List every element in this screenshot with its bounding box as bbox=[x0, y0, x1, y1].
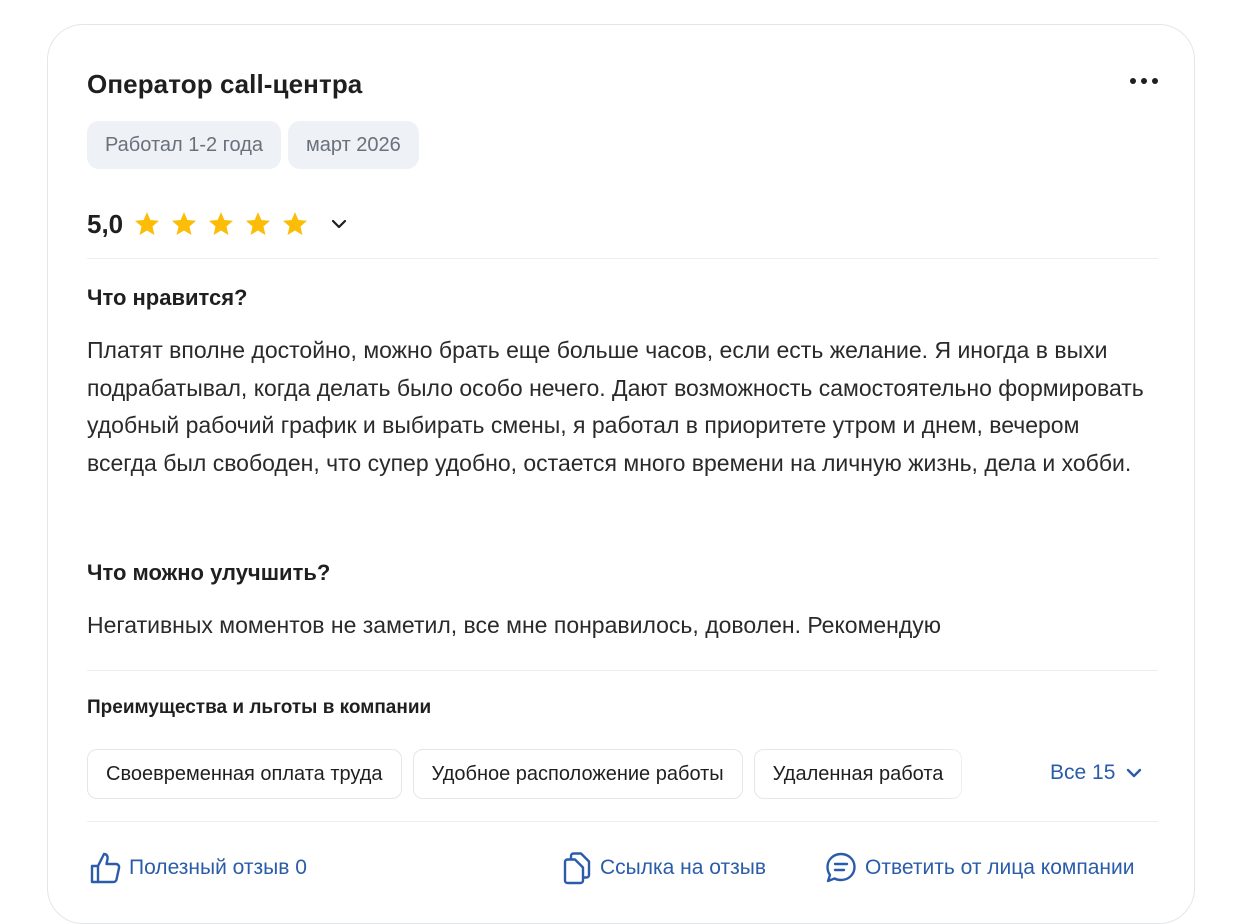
review-meta-chips: Работал 1-2 года март 2026 bbox=[87, 121, 419, 169]
star-icon bbox=[172, 212, 197, 235]
chevron-down-icon bbox=[1127, 768, 1142, 778]
reply-label: Ответить от лица компании bbox=[865, 856, 1135, 879]
star-icon bbox=[209, 212, 234, 235]
more-dots-icon-dot bbox=[1141, 78, 1147, 84]
likes-text: Платят вполне достойно, можно брать еще … bbox=[87, 337, 1144, 476]
benefit-chip: Своевременная оплата труда bbox=[87, 749, 402, 799]
more-dots-icon bbox=[1130, 78, 1136, 84]
divider bbox=[87, 821, 1158, 822]
more-options-button[interactable] bbox=[1118, 65, 1158, 97]
reply-as-company-button[interactable]: Ответить от лица компании bbox=[825, 851, 1134, 885]
improve-title: Что можно улучшить? bbox=[87, 560, 331, 585]
thumbs-up-icon bbox=[90, 852, 121, 884]
chat-bubble-icon bbox=[826, 852, 856, 883]
star-icon bbox=[283, 212, 308, 235]
rating-stars bbox=[133, 210, 318, 238]
divider bbox=[87, 670, 1158, 671]
date-chip: март 2026 bbox=[288, 121, 419, 169]
review-card: Оператор call-центра Работал 1-2 года ма… bbox=[47, 24, 1195, 924]
benefits-title: Преимущества и льготы в компании bbox=[87, 697, 432, 718]
helpful-label: Полезный отзыв 0 bbox=[129, 856, 307, 879]
rating-expand-button[interactable] bbox=[326, 211, 352, 237]
tenure-chip: Работал 1-2 года bbox=[87, 121, 282, 169]
divider bbox=[87, 258, 1158, 259]
review-title: Оператор call-центра bbox=[87, 69, 363, 99]
rating-value: 5,0 bbox=[87, 208, 124, 239]
likes-title: Что нравится? bbox=[87, 285, 248, 310]
helpful-button[interactable]: Полезный отзыв 0 bbox=[89, 851, 307, 885]
benefits-list: Своевременная оплата труда Удобное распол… bbox=[87, 749, 992, 801]
more-dots-icon-dot bbox=[1152, 78, 1158, 84]
chevron-down-icon bbox=[332, 219, 347, 229]
benefit-chip: Удобное расположение работы bbox=[412, 749, 743, 799]
copy-link-button[interactable]: Ссылка на отзыв bbox=[562, 851, 766, 885]
star-icon bbox=[135, 212, 160, 235]
all-benefits-label: Все 15 bbox=[1050, 761, 1116, 784]
copy-link-icon bbox=[563, 852, 591, 885]
rating-row: 5,0 bbox=[87, 201, 352, 247]
star-icon bbox=[246, 212, 271, 235]
all-benefits-button[interactable]: Все 15 bbox=[1050, 761, 1143, 785]
benefit-chip: Удаленная работа bbox=[753, 749, 963, 799]
improve-text: Негативных моментов не заметил, все мне … bbox=[87, 612, 942, 638]
copy-link-label: Ссылка на отзыв bbox=[600, 856, 767, 879]
